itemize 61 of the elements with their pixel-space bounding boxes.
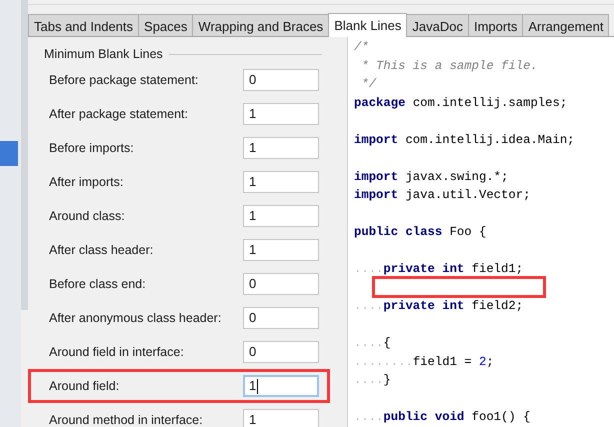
- setting-label: Around class:: [49, 209, 126, 223]
- setting-label: Around method in interface:: [49, 413, 204, 427]
- code-text: foo1() {: [470, 410, 530, 424]
- input-field[interactable]: 0: [243, 69, 319, 91]
- code-text: ;: [486, 354, 494, 368]
- tab[interactable]: Imports: [468, 14, 524, 36]
- input-field[interactable]: 1: [243, 205, 319, 227]
- whitespace-dots: ....: [354, 262, 384, 276]
- input-field[interactable]: 1: [243, 137, 319, 159]
- code-keyword: private int: [383, 299, 464, 313]
- setting-label: Before imports:: [49, 141, 135, 155]
- whitespace-dots: ....: [354, 336, 384, 350]
- code-text: com.intellij.idea.Main;: [404, 132, 575, 146]
- code-text: javax.swing.*;: [404, 170, 508, 184]
- tab[interactable]: Arrangement: [522, 14, 610, 36]
- code-text: field1 =: [412, 354, 473, 368]
- sidebar-selection: [0, 141, 18, 166]
- whitespace-dots: ....: [354, 410, 384, 424]
- setting-label: Around field in interface:: [49, 345, 185, 359]
- input-field[interactable]: 1: [243, 103, 319, 125]
- code-keyword: import: [354, 132, 398, 146]
- code-keyword: public void: [383, 410, 464, 424]
- code-text: field2;: [470, 299, 524, 313]
- code-keyword: package: [354, 96, 406, 110]
- whitespace-dots: ........: [354, 354, 413, 368]
- setting-label: After package statement:: [49, 107, 189, 121]
- setting-label: After imports:: [49, 175, 124, 189]
- code-keyword: private int: [383, 262, 464, 276]
- setting-label: Around field:: [49, 379, 120, 393]
- input-field[interactable]: 0: [243, 341, 319, 363]
- setting-label: Before package statement:: [49, 73, 200, 87]
- code-text: }: [383, 373, 391, 387]
- code-text: {: [383, 336, 391, 350]
- code-text: java.util.Vector;: [404, 188, 530, 202]
- setting-label: After class header:: [49, 243, 154, 257]
- whitespace-dots: ....: [354, 373, 384, 387]
- code-keyword: public class: [354, 225, 442, 239]
- tab[interactable]: JavaDoc: [406, 14, 469, 36]
- code-keyword: import: [354, 188, 398, 202]
- tab[interactable]: Tabs and Indents: [28, 14, 140, 36]
- code-text: Foo {: [448, 225, 486, 239]
- code-text: com.intellij.samples;: [412, 96, 568, 110]
- setting-label: Before class end:: [49, 277, 147, 291]
- tab[interactable]: Wrapping and Braces: [192, 14, 330, 36]
- code-comment: * This is a sample file.: [360, 58, 538, 72]
- setting-label: After anonymous class header:: [49, 311, 222, 325]
- whitespace-dots: ....: [354, 299, 384, 313]
- input-field[interactable]: 1: [243, 239, 319, 261]
- input-field[interactable]: 1: [243, 375, 319, 397]
- tab[interactable]: Spaces: [138, 14, 194, 36]
- input-field[interactable]: 1: [243, 171, 319, 193]
- code-text: field1;: [470, 262, 524, 276]
- code-keyword: import: [354, 170, 398, 184]
- input-field[interactable]: 0: [243, 273, 319, 295]
- code-comment: */: [360, 77, 376, 91]
- code-number: 2: [478, 354, 486, 368]
- input-field[interactable]: 0: [243, 307, 319, 329]
- input-field[interactable]: 1: [243, 409, 319, 427]
- section-title: Minimum Blank Lines: [44, 47, 163, 61]
- code-comment: /*: [354, 40, 369, 54]
- tab[interactable]: Blank Lines: [328, 13, 408, 37]
